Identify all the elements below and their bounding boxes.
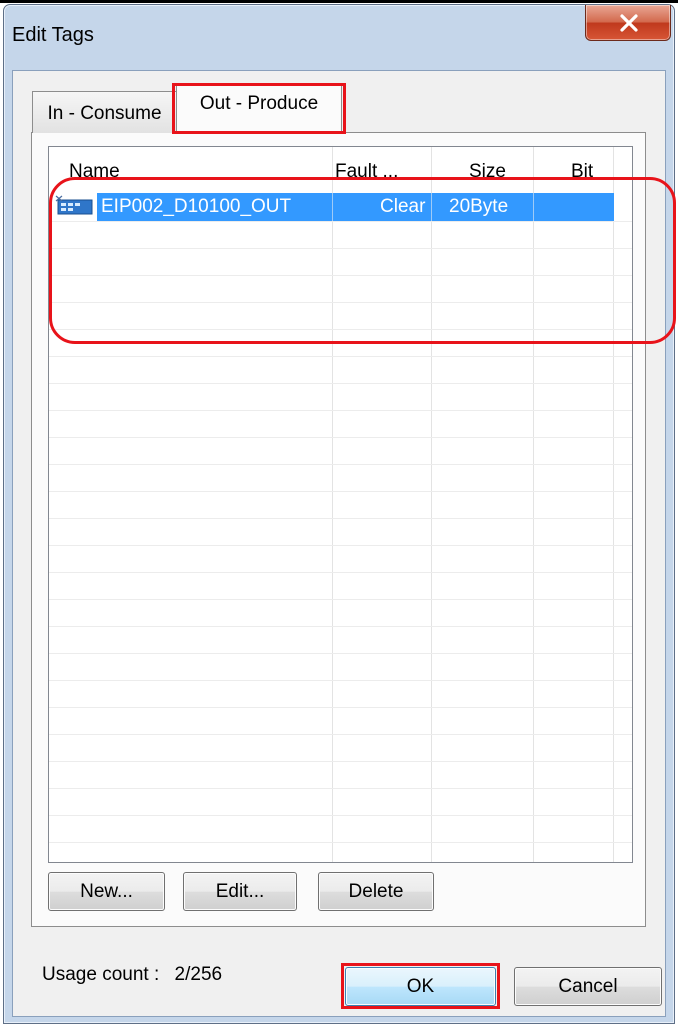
usage-count-label: Usage count : xyxy=(42,964,160,985)
new-button[interactable]: New... xyxy=(48,872,165,911)
tab-in-consume[interactable]: In - Consume xyxy=(32,91,177,133)
delete-button[interactable]: Delete xyxy=(318,872,434,911)
row-gridline xyxy=(49,383,632,384)
usage-count-value: 2/256 xyxy=(174,964,223,985)
edit-button[interactable]: Edit... xyxy=(183,872,297,911)
row-gridline xyxy=(49,815,632,816)
row-gridline xyxy=(49,545,632,546)
cancel-button[interactable]: Cancel xyxy=(514,967,662,1006)
top-divider-line xyxy=(0,0,678,3)
ok-highlight-annotation xyxy=(341,963,500,1009)
row-gridline xyxy=(49,356,632,357)
close-icon xyxy=(620,14,638,32)
dialog-title: Edit Tags xyxy=(12,24,94,46)
row-gridline xyxy=(49,680,632,681)
close-button[interactable] xyxy=(585,5,671,41)
usage-count: Usage count : 2/256 xyxy=(42,964,222,986)
row-gridline xyxy=(49,464,632,465)
row-gridline xyxy=(49,626,632,627)
edit-tags-dialog: Edit Tags In - Consume Out - Produce Nam… xyxy=(3,4,675,1024)
row-gridline xyxy=(49,437,632,438)
row-gridline xyxy=(49,707,632,708)
row-gridline xyxy=(49,788,632,789)
row-gridline xyxy=(49,572,632,573)
row-gridline xyxy=(49,518,632,519)
row-gridline xyxy=(49,491,632,492)
tab-highlight-annotation xyxy=(172,83,346,134)
row-highlight-annotation xyxy=(49,177,676,344)
row-gridline xyxy=(49,761,632,762)
row-gridline xyxy=(49,599,632,600)
row-gridline xyxy=(49,734,632,735)
row-gridline xyxy=(49,410,632,411)
row-gridline xyxy=(49,842,632,843)
row-gridline xyxy=(49,653,632,654)
